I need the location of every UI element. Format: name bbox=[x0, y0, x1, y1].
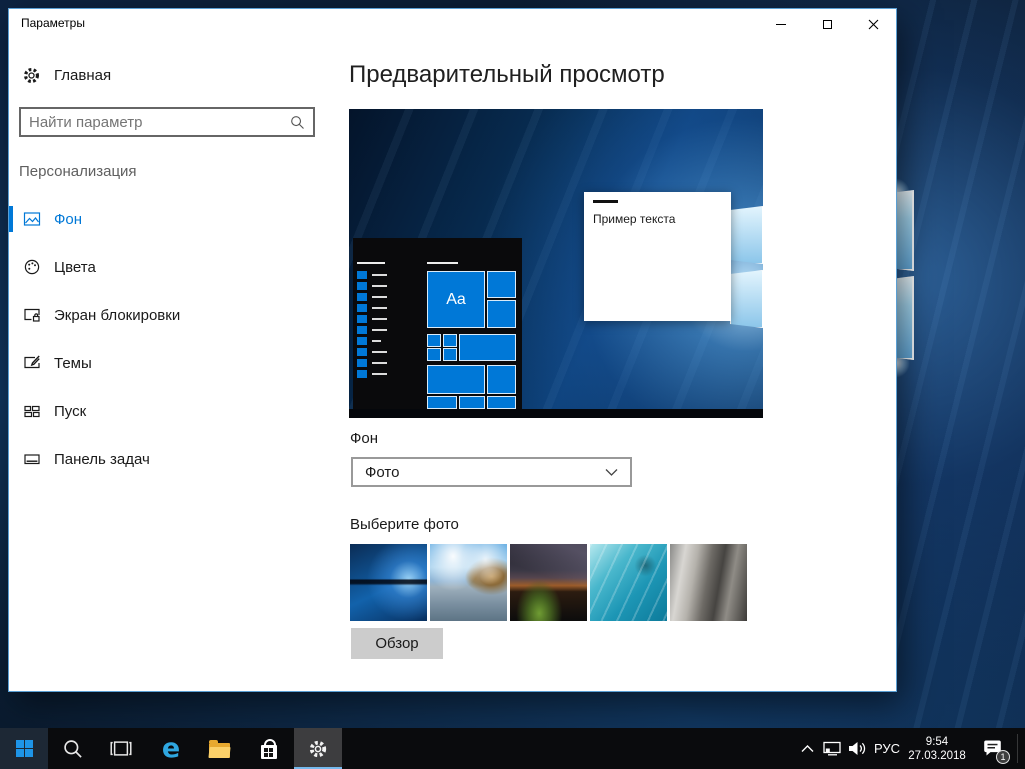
sidebar-item-taskbar[interactable]: Панель задач bbox=[9, 439, 341, 479]
background-preview: Aa Пример текста bbox=[349, 109, 763, 418]
task-view-icon bbox=[109, 740, 133, 757]
page-title: Предварительный просмотр bbox=[349, 61, 665, 89]
sidebar-item-label: Экран блокировки bbox=[54, 307, 180, 324]
sidebar-nav: Фон Цвета Экран блокировки Темы bbox=[9, 199, 341, 487]
start-button[interactable] bbox=[0, 728, 48, 769]
minimize-button[interactable] bbox=[758, 9, 804, 39]
sidebar-item-background[interactable]: Фон bbox=[9, 199, 341, 239]
sidebar-item-home[interactable]: Главная bbox=[22, 61, 111, 89]
notification-badge: 1 bbox=[996, 750, 1010, 764]
show-desktop-strip[interactable] bbox=[1017, 734, 1018, 763]
sidebar-item-colors[interactable]: Цвета bbox=[9, 247, 341, 287]
themes-icon bbox=[23, 354, 41, 372]
date-text: 27.03.2018 bbox=[908, 749, 966, 763]
sidebar-section-label: Персонализация bbox=[19, 163, 137, 180]
background-dropdown-label: Фон bbox=[350, 430, 378, 447]
store-bag-icon bbox=[261, 745, 277, 759]
sidebar-item-label: Панель задач bbox=[54, 451, 150, 468]
choose-photo-label: Выберите фото bbox=[350, 516, 459, 533]
preview-sample-text: Пример текста bbox=[593, 212, 675, 226]
sidebar-item-label: Фон bbox=[54, 211, 82, 228]
close-button[interactable] bbox=[850, 9, 896, 39]
dropdown-selected-value: Фото bbox=[365, 464, 605, 481]
taskbar-icon bbox=[23, 450, 41, 468]
edge-icon: e bbox=[162, 735, 180, 762]
photo-thumbnail-beach[interactable] bbox=[430, 544, 507, 621]
settings-window: Параметры Главная Персонализация bbox=[8, 8, 897, 692]
preview-taskbar bbox=[349, 409, 763, 418]
browse-button[interactable]: Обзор bbox=[351, 628, 443, 659]
sidebar-item-themes[interactable]: Темы bbox=[9, 343, 341, 383]
preview-logo-pane bbox=[730, 206, 763, 264]
volume-icon bbox=[848, 741, 868, 756]
photo-thumbnail-night-sky[interactable] bbox=[510, 544, 587, 621]
volume-tray-button[interactable] bbox=[845, 728, 871, 769]
wallpaper-light-beams bbox=[895, 0, 1025, 728]
palette-icon bbox=[23, 258, 41, 276]
window-controls bbox=[758, 9, 896, 39]
sidebar-item-label: Пуск bbox=[54, 403, 86, 420]
desktop: Параметры Главная Персонализация bbox=[0, 0, 1025, 769]
network-icon bbox=[822, 741, 842, 757]
time-text: 9:54 bbox=[926, 735, 948, 749]
file-explorer-button[interactable] bbox=[195, 728, 243, 769]
task-view-button[interactable] bbox=[97, 728, 145, 769]
photo-thumbnails bbox=[350, 544, 747, 621]
preview-logo-pane bbox=[730, 270, 763, 328]
preview-start-header-dash bbox=[357, 262, 385, 264]
windows-logo-icon bbox=[16, 740, 33, 757]
store-button[interactable] bbox=[245, 728, 293, 769]
show-hidden-icons-button[interactable] bbox=[797, 728, 817, 769]
photo-thumbnail-underwater[interactable] bbox=[590, 544, 667, 621]
image-icon bbox=[23, 210, 41, 228]
action-center-button[interactable]: 1 bbox=[973, 728, 1013, 769]
preview-sample-titlebar-dash bbox=[593, 200, 618, 203]
edge-browser-button[interactable]: e bbox=[147, 728, 195, 769]
search-icon[interactable] bbox=[290, 115, 305, 130]
window-title: Параметры bbox=[21, 16, 85, 30]
preview-start-header-dash bbox=[427, 262, 458, 264]
chevron-up-icon bbox=[801, 745, 814, 753]
preview-start-menu: Aa bbox=[353, 238, 522, 409]
search-icon bbox=[63, 739, 83, 759]
photo-thumbnail-rock-cliff[interactable] bbox=[670, 544, 747, 621]
folder-icon bbox=[209, 743, 230, 758]
taskbar: e РУС 9:54 27.03.2018 1 bbox=[0, 728, 1025, 769]
settings-search-box[interactable] bbox=[19, 107, 315, 137]
gear-icon bbox=[22, 66, 41, 85]
maximize-icon bbox=[823, 20, 832, 29]
search-input[interactable] bbox=[21, 114, 290, 131]
lock-screen-icon bbox=[23, 306, 41, 324]
maximize-button[interactable] bbox=[804, 9, 850, 39]
photo-thumbnail-windows-hero[interactable] bbox=[350, 544, 427, 621]
minimize-icon bbox=[776, 24, 786, 25]
chevron-down-icon bbox=[605, 468, 618, 477]
preview-accent-tile: Aa bbox=[427, 271, 485, 328]
clock[interactable]: 9:54 27.03.2018 bbox=[903, 728, 971, 769]
sidebar-item-start[interactable]: Пуск bbox=[9, 391, 341, 431]
background-type-dropdown[interactable]: Фото bbox=[351, 457, 632, 487]
taskbar-search-button[interactable] bbox=[49, 728, 97, 769]
preview-start-app-list bbox=[357, 271, 387, 378]
start-tiles-icon bbox=[23, 402, 41, 420]
close-icon bbox=[868, 19, 879, 30]
sidebar-item-lock-screen[interactable]: Экран блокировки bbox=[9, 295, 341, 335]
network-tray-button[interactable] bbox=[819, 728, 845, 769]
sidebar-item-label: Темы bbox=[54, 355, 92, 372]
language-indicator[interactable]: РУС bbox=[871, 728, 903, 769]
preview-start-tiles: Aa bbox=[427, 271, 517, 409]
preview-sample-window: Пример текста bbox=[584, 192, 731, 321]
sidebar-item-label: Цвета bbox=[54, 259, 96, 276]
sidebar-home-label: Главная bbox=[54, 67, 111, 84]
gear-icon bbox=[308, 739, 328, 759]
settings-taskbar-button[interactable] bbox=[294, 728, 342, 769]
